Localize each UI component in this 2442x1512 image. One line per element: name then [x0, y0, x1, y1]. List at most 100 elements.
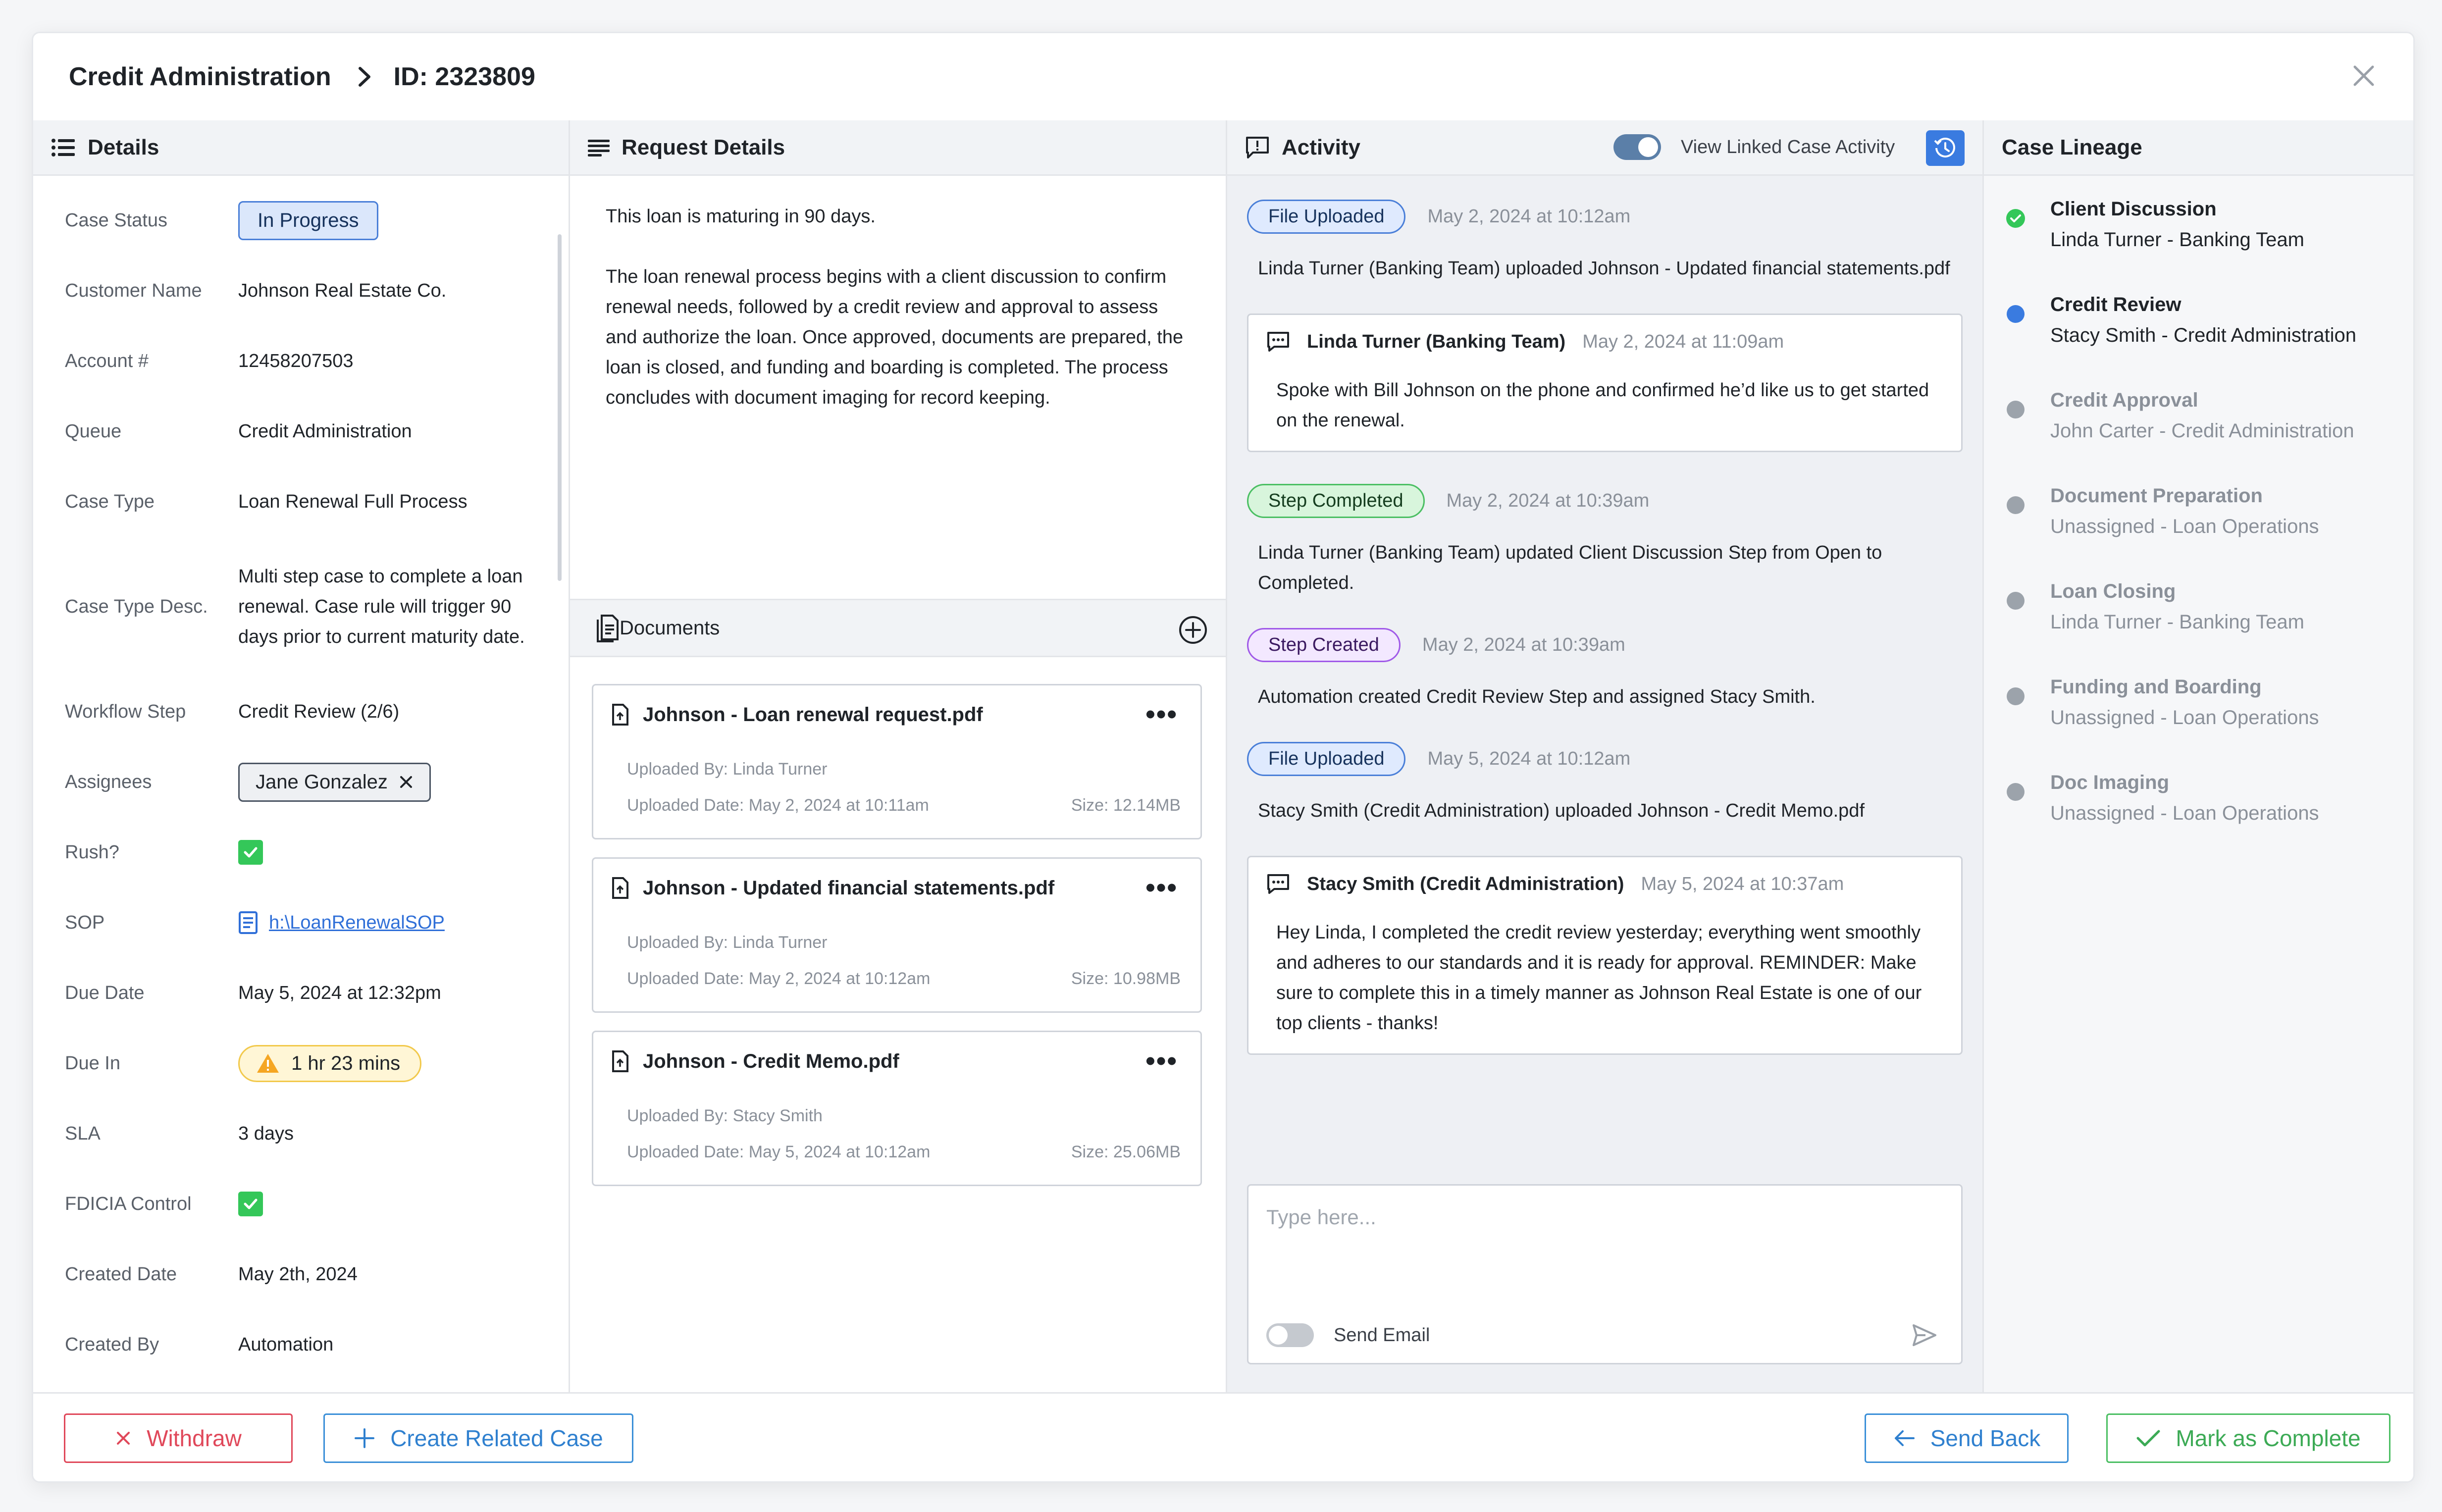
lineage-step-text: Funding and Boarding Unassigned - Loan O…: [2050, 672, 2319, 733]
created-by-link[interactable]: Automation: [238, 1330, 333, 1360]
details-scrollbar[interactable]: [558, 234, 562, 581]
document-name[interactable]: Johnson - Updated financial statements.p…: [643, 877, 1054, 899]
chat-icon: [1267, 874, 1289, 894]
activity-title: Activity: [1282, 135, 1360, 159]
comment-author: Stacy Smith (Credit Administration): [1307, 873, 1624, 894]
close-icon[interactable]: [2350, 62, 2378, 90]
document-name-row: Johnson - Updated financial statements.p…: [611, 877, 1181, 899]
mark-complete-button[interactable]: Mark as Complete: [2106, 1413, 2390, 1463]
lineage-step-text: Client Discussion Linda Turner - Banking…: [2050, 194, 2304, 255]
create-related-case-button[interactable]: Create Related Case: [323, 1413, 633, 1463]
pending-step-dot-icon: [2007, 401, 2025, 418]
sop-link[interactable]: h:\LoanRenewalSOP: [269, 908, 445, 938]
field-created-date: Created Date May 2th, 2024: [65, 1250, 569, 1299]
withdraw-button[interactable]: Withdraw: [64, 1413, 293, 1463]
activity-panel: Activity View Linked Case Activity File …: [1227, 120, 1984, 1392]
field-workflow-step: Workflow Step Credit Review (2/6): [65, 687, 569, 736]
more-options-icon[interactable]: •••: [1145, 1047, 1178, 1075]
comment-card: Linda Turner (Banking Team) May 2, 2024 …: [1247, 313, 1963, 452]
lineage-step-owner: Linda Turner - Banking Team: [2050, 611, 2304, 633]
document-name[interactable]: Johnson - Loan renewal request.pdf: [643, 704, 983, 726]
lineage-step[interactable]: Loan Closing Linda Turner - Banking Team: [2006, 576, 2413, 672]
mark-complete-label: Mark as Complete: [2176, 1425, 2361, 1451]
field-label: Workflow Step: [65, 701, 186, 722]
assignee-chip[interactable]: Jane Gonzalez: [238, 762, 431, 802]
send-back-button[interactable]: Send Back: [1865, 1413, 2069, 1463]
field-label: FDICIA Control: [65, 1193, 192, 1214]
lineage-step-name: Client Discussion: [2050, 198, 2217, 220]
request-paragraph: This loan is maturing in 90 days.: [606, 206, 876, 227]
document-card[interactable]: Johnson - Credit Memo.pdf ••• Uploaded B…: [592, 1031, 1202, 1186]
lineage-step-owner: Unassigned - Loan Operations: [2050, 707, 2319, 729]
send-icon[interactable]: [1911, 1321, 1938, 1349]
lineage-step[interactable]: Funding and Boarding Unassigned - Loan O…: [2006, 672, 2413, 767]
event-tag: Step Completed: [1247, 484, 1425, 518]
comment-time: May 2, 2024 at 11:09am: [1582, 331, 1784, 352]
field-label: Case Status: [65, 209, 167, 231]
field-label: Created Date: [65, 1263, 177, 1285]
document-name[interactable]: Johnson - Credit Memo.pdf: [643, 1050, 899, 1073]
lineage-step-text: Doc Imaging Unassigned - Loan Operations: [2050, 767, 2319, 829]
event-header: Step Created May 2, 2024 at 10:39am: [1247, 628, 1963, 662]
case-id: ID: 2323809: [393, 62, 535, 91]
documents-title: Documents: [620, 617, 720, 639]
withdraw-label: Withdraw: [147, 1425, 242, 1451]
lineage-step[interactable]: Credit Approval John Carter - Credit Adm…: [2006, 385, 2413, 480]
event-text: Stacy Smith (Credit Administration) uplo…: [1258, 800, 1865, 821]
document-icon: [239, 911, 258, 934]
remove-icon[interactable]: [399, 775, 414, 789]
comment-input[interactable]: Type here...: [1266, 1205, 1376, 1229]
lineage-step-text: Document Preparation Unassigned - Loan O…: [2050, 480, 2319, 542]
event-tag: File Uploaded: [1247, 742, 1406, 776]
document-card[interactable]: Johnson - Loan renewal request.pdf ••• U…: [592, 684, 1202, 839]
document-uploader: Uploaded By: Linda Turner: [627, 760, 828, 779]
lineage-step-name: Loan Closing: [2050, 580, 2176, 602]
send-email-toggle[interactable]: [1266, 1323, 1314, 1347]
details-list: Case Status In Progress Customer Name Jo…: [33, 176, 569, 1369]
chat-icon: [1267, 332, 1289, 352]
field-rush: Rush?: [65, 828, 569, 877]
lineage-step-owner: Unassigned - Loan Operations: [2050, 802, 2319, 824]
lineage-step-text: Credit Review Stacy Smith - Credit Admin…: [2050, 289, 2356, 351]
close-icon: [117, 1432, 130, 1445]
assignee-name: Jane Gonzalez: [256, 771, 388, 793]
breadcrumb-root[interactable]: Credit Administration: [69, 62, 331, 92]
field-label: Created By: [65, 1334, 159, 1355]
field-case-type: Case Type Loan Renewal Full Process: [65, 477, 569, 526]
lineage-step[interactable]: Credit Review Stacy Smith - Credit Admin…: [2006, 289, 2413, 385]
more-options-icon[interactable]: •••: [1145, 874, 1178, 901]
fdicia-checkbox[interactable]: [238, 1192, 263, 1216]
rush-checkbox[interactable]: [238, 840, 263, 865]
field-customer-name: Customer Name Johnson Real Estate Co.: [65, 266, 569, 315]
lineage-step[interactable]: Document Preparation Unassigned - Loan O…: [2006, 480, 2413, 576]
field-label: Customer Name: [65, 280, 202, 301]
field-label: Due Date: [65, 982, 145, 1003]
add-circle-icon[interactable]: [1178, 615, 1208, 645]
field-value: Credit Review (2/6): [238, 701, 400, 722]
document-card[interactable]: Johnson - Updated financial statements.p…: [592, 857, 1202, 1013]
document-meta: Uploaded Date: May 2, 2024 at 10:12am Si…: [627, 969, 1181, 989]
more-options-icon[interactable]: •••: [1145, 700, 1178, 728]
activity-feed: File Uploaded May 2, 2024 at 10:12am Lin…: [1227, 176, 1982, 1055]
field-account: Account # 12458207503: [65, 336, 569, 386]
comment-composer[interactable]: Type here... Send Email: [1247, 1184, 1963, 1364]
lineage-step-owner: Linda Turner - Banking Team: [2050, 229, 2304, 251]
field-label: Queue: [65, 420, 122, 442]
lineage-step[interactable]: Client Discussion Linda Turner - Banking…: [2006, 194, 2413, 289]
lineage-step[interactable]: Doc Imaging Unassigned - Loan Operations: [2006, 767, 2413, 863]
event-header: File Uploaded May 5, 2024 at 10:12am: [1247, 742, 1963, 776]
request-header: Request Details: [570, 120, 1226, 176]
documents-header: Documents: [570, 599, 1226, 657]
field-fdicia: FDICIA Control: [65, 1179, 569, 1229]
field-label: Case Type Desc.: [65, 596, 208, 617]
document-icon: [597, 615, 619, 642]
details-title: Details: [88, 135, 159, 159]
due-in-badge: 1 hr 23 mins: [238, 1044, 422, 1082]
status-badge[interactable]: In Progress: [238, 201, 378, 240]
history-button[interactable]: [1926, 130, 1965, 166]
case-modal: Credit Administration ID: 2323809 Detail…: [32, 32, 2415, 1483]
field-label: Due In: [65, 1052, 120, 1074]
linked-activity-toggle[interactable]: [1613, 134, 1661, 160]
event-header: File Uploaded May 2, 2024 at 10:12am: [1247, 200, 1963, 234]
event-time: May 2, 2024 at 10:12am: [1427, 206, 1631, 227]
